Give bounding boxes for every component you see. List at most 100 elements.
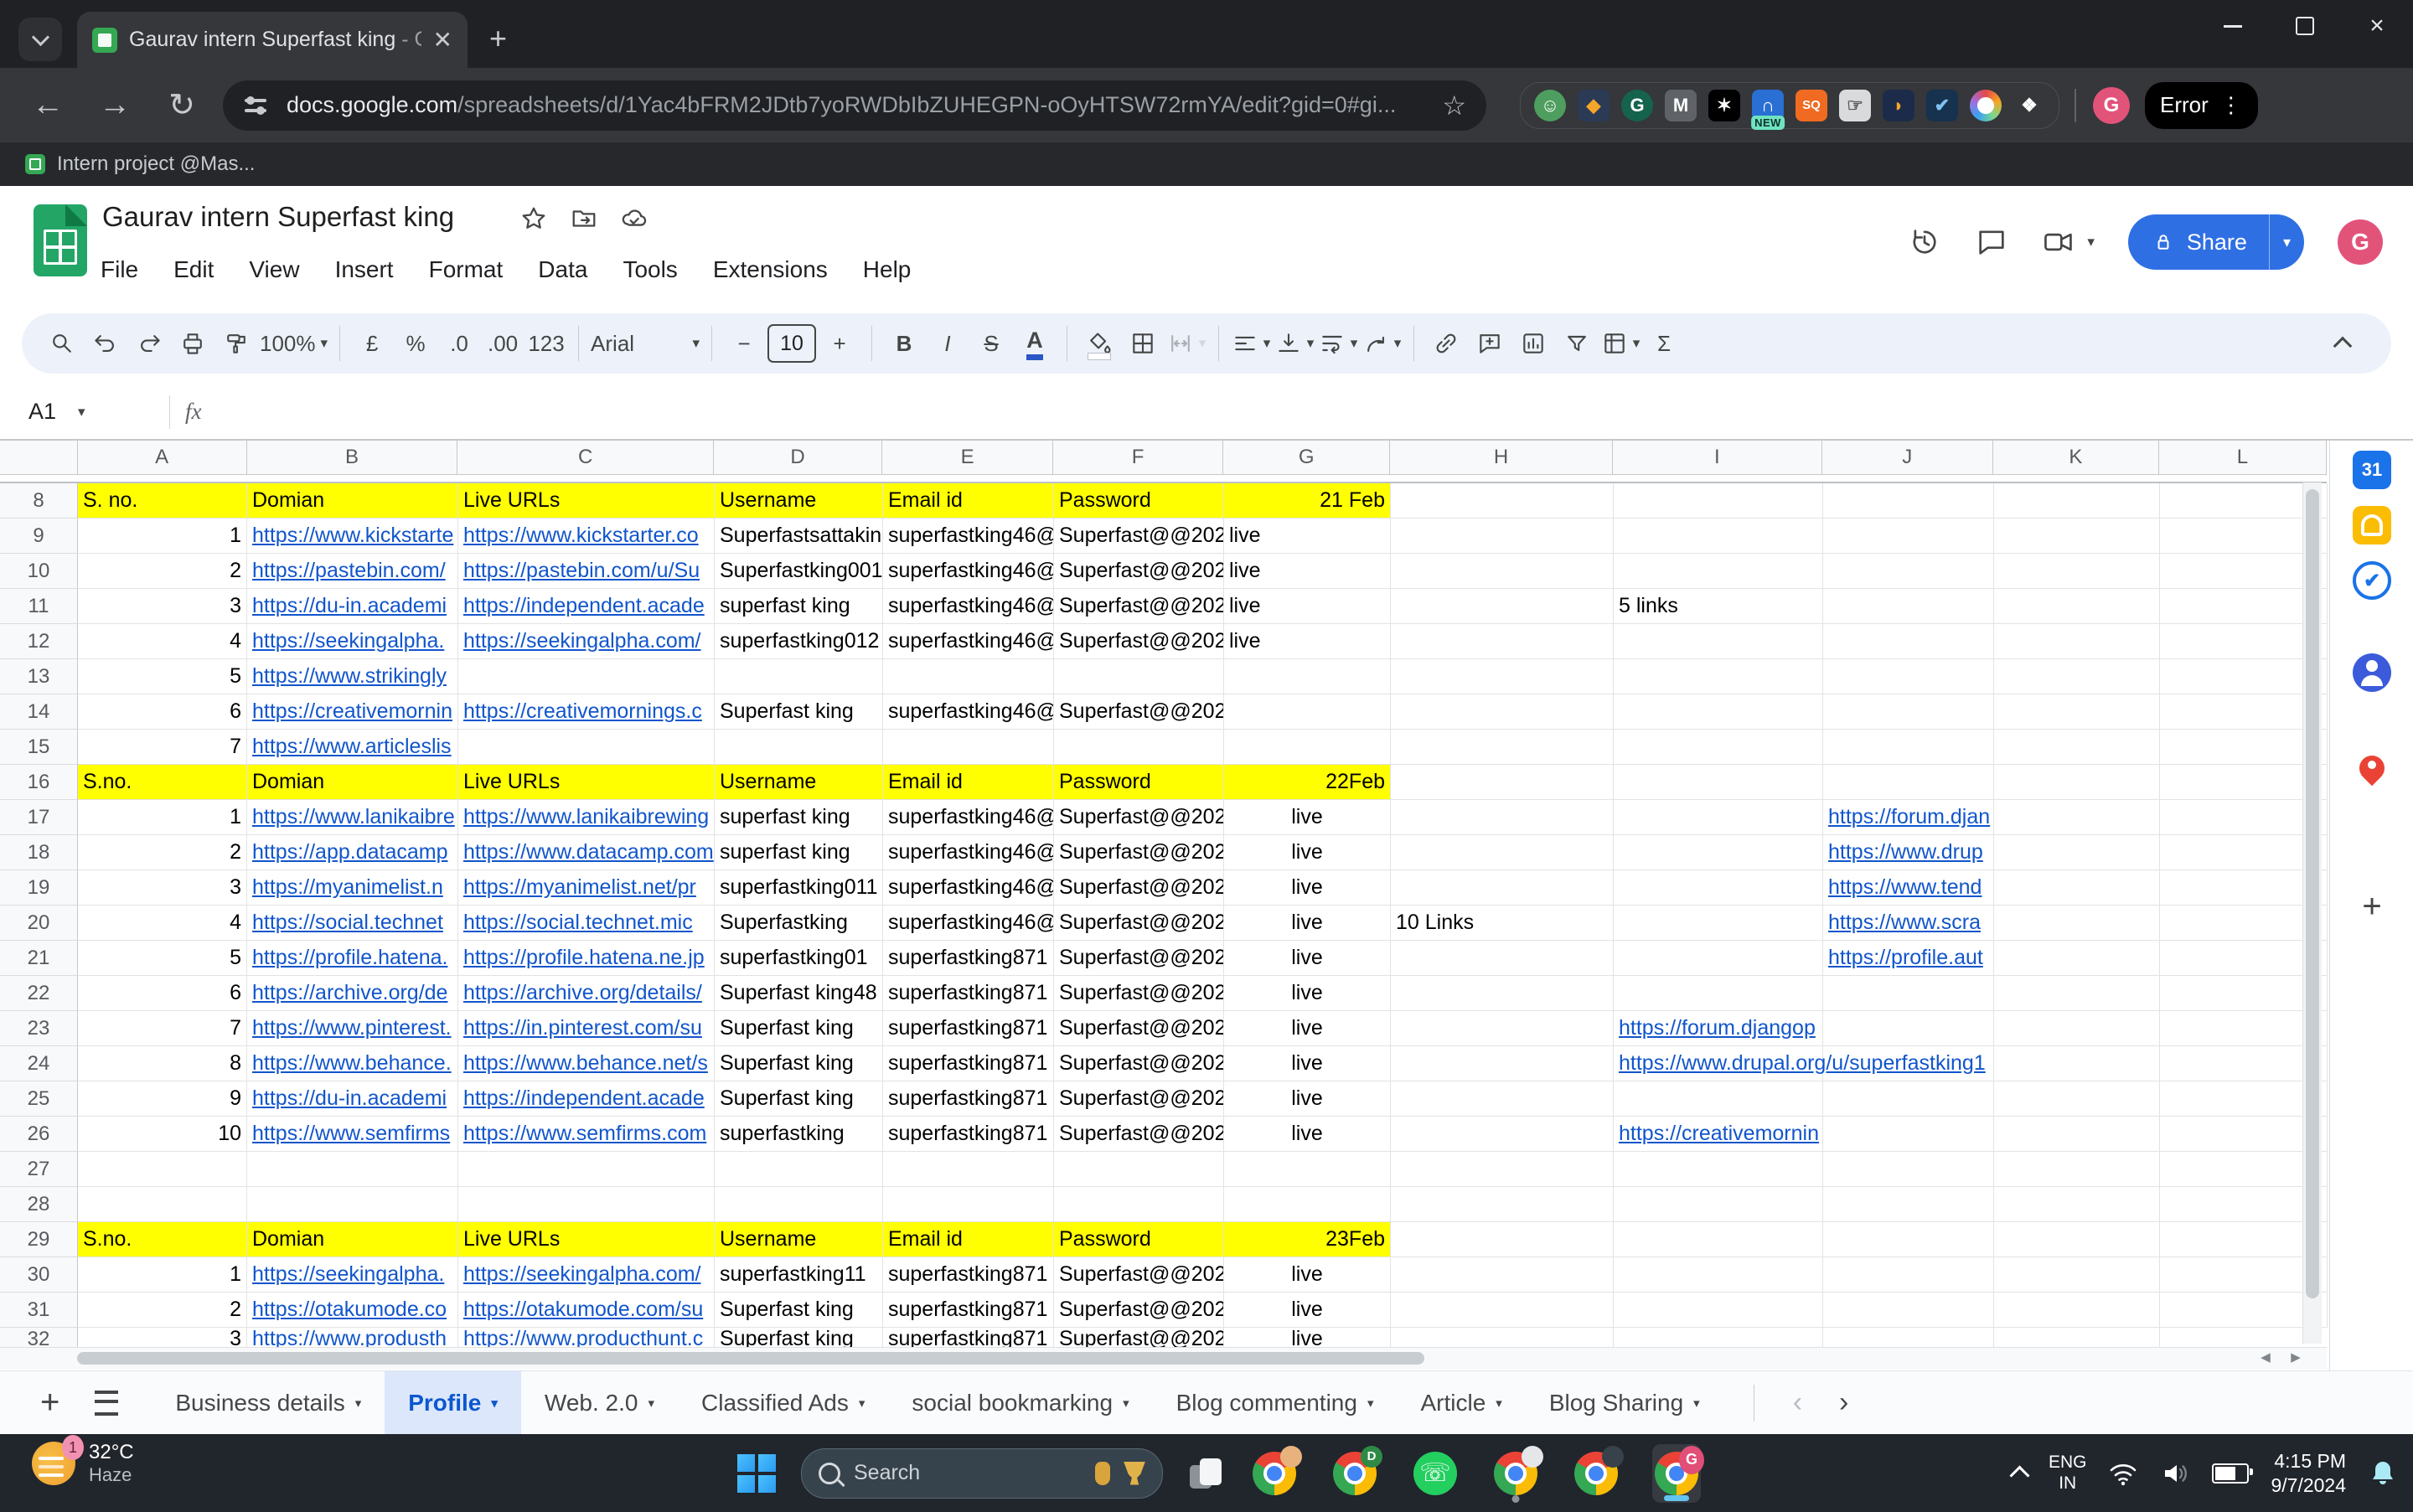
cell-E24[interactable]: superfastking871 — [883, 1046, 1054, 1081]
clock[interactable]: 4:15 PM9/7/2024 — [2271, 1449, 2346, 1498]
menu-format[interactable]: Format — [427, 251, 505, 288]
cell-G17[interactable]: live — [1224, 800, 1391, 835]
cell-A12[interactable]: 4 — [78, 624, 247, 659]
increase-decimal-button[interactable]: .00 — [483, 320, 523, 367]
cell-E17[interactable]: superfastking46@ — [883, 800, 1054, 835]
cell-I17[interactable] — [1614, 800, 1823, 835]
cell-C21[interactable]: https://profile.hatena.ne.jp — [458, 941, 715, 976]
cell-A27[interactable] — [78, 1152, 247, 1187]
sheet-tab-blog-sharing[interactable]: Blog Sharing▾ — [1526, 1371, 1723, 1434]
cell-K19[interactable] — [1994, 870, 2160, 906]
wifi-icon[interactable] — [2108, 1458, 2138, 1489]
cell-H9[interactable] — [1391, 519, 1614, 554]
cell-B8[interactable]: Domian — [247, 483, 458, 519]
cell-K9[interactable] — [1994, 519, 2160, 554]
cell-H10[interactable] — [1391, 554, 1614, 589]
cell-F22[interactable]: Superfast@@202 — [1054, 976, 1224, 1011]
cell-A30[interactable]: 1 — [78, 1257, 247, 1293]
color-wheel-icon[interactable] — [1970, 90, 2002, 121]
cell-K29[interactable] — [1994, 1222, 2160, 1257]
bookmark-star-icon[interactable]: ☆ — [1442, 90, 1466, 121]
menu-extensions[interactable]: Extensions — [711, 251, 829, 288]
cell-B21[interactable]: https://profile.hatena. — [247, 941, 458, 976]
calendar-icon[interactable]: 31 — [2353, 451, 2391, 489]
cell-K28[interactable] — [1994, 1187, 2160, 1222]
kebab-menu-icon[interactable]: ⋮ — [2220, 92, 2243, 118]
paint-format-button[interactable] — [216, 320, 256, 367]
forward-button[interactable]: → — [96, 87, 134, 123]
column-header-K[interactable]: K — [1993, 441, 2159, 474]
cell-C29[interactable]: Live URLs — [458, 1222, 715, 1257]
create-filter-button[interactable] — [1557, 320, 1597, 367]
browser-profile-avatar[interactable]: G — [2093, 87, 2130, 124]
insert-link-button[interactable] — [1426, 320, 1466, 367]
cell-J23[interactable] — [1823, 1011, 1994, 1046]
cell-I15[interactable] — [1614, 730, 1823, 765]
cell-H17[interactable] — [1391, 800, 1614, 835]
task-view-button[interactable] — [1188, 1457, 1225, 1490]
cell-B24[interactable]: https://www.behance. — [247, 1046, 458, 1081]
cell-J30[interactable] — [1823, 1257, 1994, 1293]
cell-B28[interactable] — [247, 1187, 458, 1222]
cell-F17[interactable]: Superfast@@202 — [1054, 800, 1224, 835]
cell-C17[interactable]: https://www.lanikaibrewing — [458, 800, 715, 835]
cell-B16[interactable]: Domian — [247, 765, 458, 800]
cell-F28[interactable] — [1054, 1187, 1224, 1222]
cell-B9[interactable]: https://www.kickstarte — [247, 519, 458, 554]
green-assistant-icon[interactable]: ☺ — [1534, 90, 1566, 121]
cell-J16[interactable] — [1823, 765, 1994, 800]
cell-I20[interactable] — [1614, 906, 1823, 941]
cell-I27[interactable] — [1614, 1152, 1823, 1187]
cell-D19[interactable]: superfastking011 — [715, 870, 883, 906]
sheet-tab-classified-ads[interactable]: Classified Ads▾ — [678, 1371, 888, 1434]
cell-D21[interactable]: superfastking01 — [715, 941, 883, 976]
cell-K31[interactable] — [1994, 1293, 2160, 1328]
tasks-icon[interactable]: ✔ — [2353, 561, 2391, 600]
cell-G20[interactable]: live — [1224, 906, 1391, 941]
star-icon[interactable] — [519, 204, 548, 233]
add-addon-button[interactable]: + — [2330, 888, 2413, 926]
cell-E15[interactable] — [883, 730, 1054, 765]
row-header-31[interactable]: 31 — [0, 1293, 78, 1328]
cell-I19[interactable] — [1614, 870, 1823, 906]
cell-F21[interactable]: Superfast@@202 — [1054, 941, 1224, 976]
m-letter-icon[interactable]: M — [1665, 90, 1697, 121]
cell-G18[interactable]: live — [1224, 835, 1391, 870]
cell-J9[interactable] — [1823, 519, 1994, 554]
cell-F12[interactable]: Superfast@@202 — [1054, 624, 1224, 659]
row-header-15[interactable]: 15 — [0, 730, 78, 765]
language-switcher[interactable]: ENGIN — [2049, 1453, 2087, 1493]
cell-E26[interactable]: superfastking871 — [883, 1117, 1054, 1152]
menu-data[interactable]: Data — [536, 251, 589, 288]
cell-F10[interactable]: Superfast@@202 — [1054, 554, 1224, 589]
fill-color-button[interactable] — [1079, 320, 1119, 367]
currency-format-button[interactable]: £ — [352, 320, 392, 367]
column-header-D[interactable]: D — [714, 441, 882, 474]
cell-A19[interactable]: 3 — [78, 870, 247, 906]
tab-search-button[interactable] — [18, 18, 62, 61]
cell-K26[interactable] — [1994, 1117, 2160, 1152]
redo-button[interactable] — [129, 320, 169, 367]
column-header-H[interactable]: H — [1390, 441, 1613, 474]
cell-A18[interactable]: 2 — [78, 835, 247, 870]
italic-button[interactable]: I — [927, 320, 968, 367]
cell-A24[interactable]: 8 — [78, 1046, 247, 1081]
cell-D15[interactable] — [715, 730, 883, 765]
cell-G15[interactable] — [1224, 730, 1391, 765]
all-sheets-icon[interactable] — [95, 1391, 118, 1416]
cell-D13[interactable] — [715, 659, 883, 694]
cell-J25[interactable] — [1823, 1081, 1994, 1117]
text-color-button[interactable]: A — [1015, 320, 1055, 367]
strikethrough-button[interactable]: S — [971, 320, 1011, 367]
cell-G31[interactable]: live — [1224, 1293, 1391, 1328]
row-header-10[interactable]: 10 — [0, 554, 78, 589]
search-menus-button[interactable] — [42, 320, 82, 367]
cell-C30[interactable]: https://seekingalpha.com/ — [458, 1257, 715, 1293]
cell-G9[interactable]: live — [1224, 519, 1391, 554]
cell-E22[interactable]: superfastking871 — [883, 976, 1054, 1011]
bookmark-item[interactable]: Intern project @Mas... — [57, 152, 255, 176]
cell-J27[interactable] — [1823, 1152, 1994, 1187]
cell-E12[interactable]: superfastking46@ — [883, 624, 1054, 659]
merge-cells-button[interactable]: ▾ — [1166, 320, 1206, 367]
feather-black-icon[interactable]: ✶ — [1708, 90, 1740, 121]
